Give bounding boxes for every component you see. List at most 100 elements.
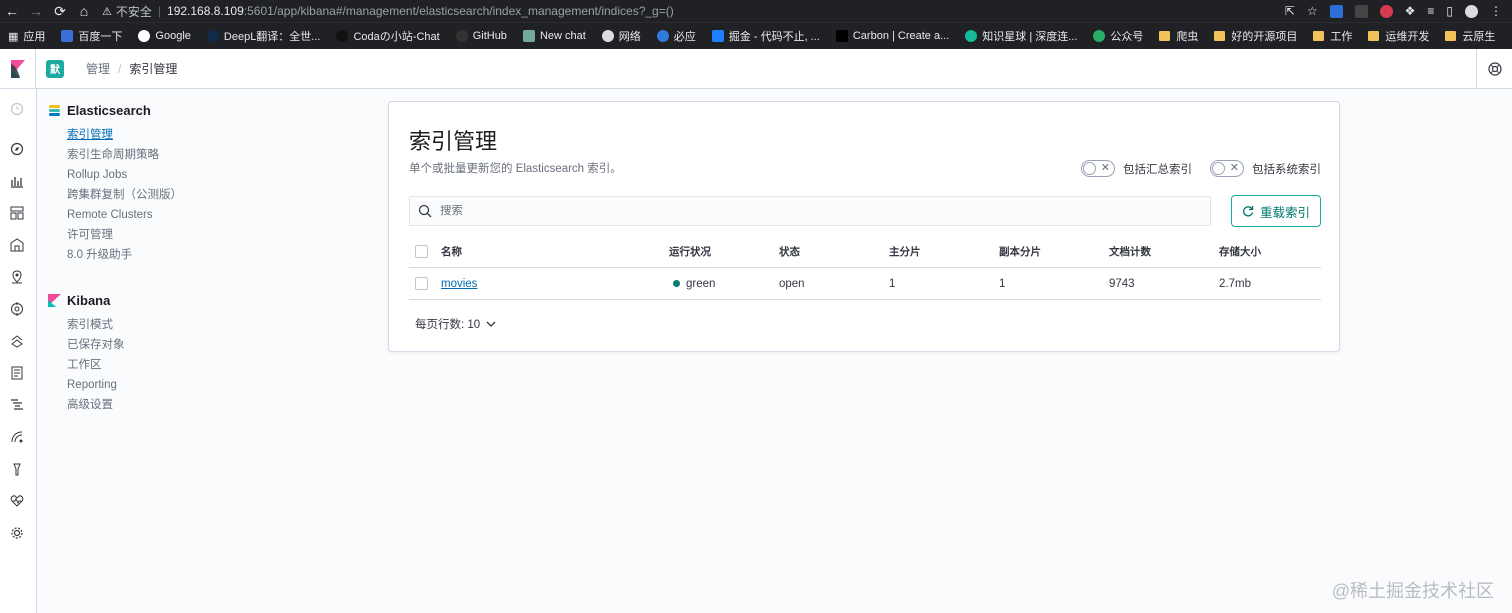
column-header-docs[interactable]: 文档计数	[1109, 244, 1219, 259]
extension-icon[interactable]	[1354, 4, 1368, 18]
uptime-icon[interactable]	[9, 429, 25, 445]
bookmark-item[interactable]: DeepL翻译：全世...	[206, 28, 321, 44]
health-dot-icon	[673, 280, 680, 287]
management-sidenav: Elasticsearch 索引管理 索引生命周期策略 Rollup Jobs …	[48, 101, 348, 415]
back-icon[interactable]: ←	[0, 3, 24, 19]
index-name-link[interactable]: movies	[441, 278, 477, 290]
watermark: @稀土掘金技术社区	[1331, 581, 1494, 601]
bookmark-item[interactable]: New chat	[522, 30, 586, 42]
bookmark-item[interactable]: Carbon | Create a...	[835, 30, 949, 42]
bookmark-item[interactable]: 掘金 - 代码不止, ...	[711, 28, 820, 44]
row-checkbox[interactable]	[415, 277, 428, 290]
home-icon[interactable]: ⌂	[72, 3, 96, 19]
rows-per-page-label: 每页行数: 10	[415, 319, 481, 331]
nav-item-ccr[interactable]: 跨集群复制（公测版）	[67, 185, 348, 205]
recent-clock-icon[interactable]	[9, 101, 25, 117]
monitoring-heart-icon[interactable]	[9, 493, 25, 509]
folder-icon	[1313, 31, 1325, 41]
bookmark-label: 公众号	[1110, 31, 1144, 43]
nav-item-ilm-policies[interactable]: 索引生命周期策略	[67, 145, 348, 165]
ml-icon[interactable]	[9, 301, 25, 317]
column-header-replicas[interactable]: 副本分片	[999, 244, 1109, 259]
column-header-primary[interactable]: 主分片	[889, 244, 999, 259]
bookmark-folder[interactable]: 好的开源项目	[1214, 28, 1297, 44]
network-icon	[601, 30, 614, 42]
word-extension-icon[interactable]	[1329, 4, 1343, 18]
bookmark-folder[interactable]: 爬虫	[1159, 28, 1198, 44]
reload-icon[interactable]: ⟳	[48, 3, 72, 20]
column-header-size[interactable]: 存储大小	[1219, 244, 1319, 259]
bookmark-label: DeepL翻译：全世...	[223, 31, 321, 43]
reading-list-icon[interactable]: ≡	[1427, 4, 1434, 18]
bookmark-item[interactable]: 必应	[656, 28, 696, 44]
bookmark-folder[interactable]: 运维开发	[1368, 28, 1429, 44]
openai-icon	[522, 30, 535, 42]
menu-icon[interactable]: ⋮	[1490, 4, 1502, 18]
breadcrumb-root[interactable]: 管理	[86, 60, 110, 77]
bookmark-item[interactable]: GitHub	[455, 30, 507, 42]
maps-icon[interactable]	[9, 269, 25, 285]
star-icon[interactable]: ☆	[1307, 4, 1318, 18]
bookmark-item[interactable]: 公众号	[1093, 28, 1143, 44]
bookmark-folder[interactable]: 工作	[1313, 28, 1352, 44]
nav-item-index-management[interactable]: 索引管理	[67, 125, 348, 145]
bookmark-label: Codaの小站-Chat	[353, 31, 440, 43]
apm-icon[interactable]	[9, 397, 25, 413]
visualize-chart-icon[interactable]	[9, 173, 25, 189]
kibana-logo-icon[interactable]	[0, 48, 36, 89]
nav-item-saved-objects[interactable]: 已保存对象	[67, 335, 348, 355]
profile-avatar-icon[interactable]	[1465, 4, 1478, 18]
nav-item-reporting[interactable]: Reporting	[67, 375, 348, 395]
nav-item-license[interactable]: 许可管理	[67, 225, 348, 245]
health-cell: green	[669, 278, 779, 290]
nav-item-upgrade-assistant[interactable]: 8.0 升级助手	[67, 245, 348, 265]
nav-item-remote-clusters[interactable]: Remote Clusters	[67, 205, 348, 225]
bookmark-folder[interactable]: 云原生	[1445, 28, 1495, 44]
nav-item-spaces[interactable]: 工作区	[67, 355, 348, 375]
column-header-name[interactable]: 名称	[441, 244, 669, 259]
forward-icon[interactable]: →	[24, 3, 48, 19]
infrastructure-icon[interactable]	[9, 333, 25, 349]
nav-item-index-patterns[interactable]: 索引模式	[67, 315, 348, 335]
folder-icon	[1368, 31, 1380, 41]
reload-indices-button[interactable]: 重载索引	[1231, 195, 1321, 227]
url-separator: |	[157, 4, 162, 18]
rows-per-page-select[interactable]: 每页行数: 10	[415, 316, 496, 332]
switch-control[interactable]: ✕	[1081, 160, 1115, 177]
discover-compass-icon[interactable]	[9, 141, 25, 157]
group-title-label: Kibana	[67, 292, 111, 308]
bookmark-item[interactable]: Google	[138, 30, 191, 42]
baidu-icon	[61, 30, 74, 42]
bookmark-item[interactable]: 百度一下	[61, 28, 122, 44]
include-rollup-toggle[interactable]: ✕ 包括汇总索引	[1081, 160, 1192, 177]
management-gear-icon[interactable]	[9, 525, 25, 541]
column-header-status[interactable]: 状态	[779, 244, 889, 259]
space-avatar[interactable]: 默	[46, 59, 64, 78]
bookmark-item[interactable]: Codaの小站-Chat	[336, 28, 440, 44]
address-bar[interactable]: ⚠ 不安全 | 192.168.8.109 :5601/app/kibana#/…	[102, 1, 1242, 21]
bookmark-item[interactable]: ▦ 应用	[8, 28, 45, 44]
dashboard-icon[interactable]	[9, 205, 25, 221]
folder-icon	[1445, 31, 1457, 41]
bookmark-item[interactable]: 网络	[601, 28, 641, 44]
select-all-checkbox[interactable]	[415, 245, 428, 258]
nav-item-rollup-jobs[interactable]: Rollup Jobs	[67, 165, 348, 185]
coda-icon	[336, 30, 349, 42]
include-system-toggle[interactable]: ✕ 包括系统索引	[1210, 160, 1321, 177]
switch-control[interactable]: ✕	[1210, 160, 1244, 177]
help-icon[interactable]	[1476, 49, 1512, 89]
sidebar-icon[interactable]: ▯	[1446, 4, 1453, 18]
logs-icon[interactable]	[9, 365, 25, 381]
puzzle-icon[interactable]: ❖	[1405, 4, 1416, 18]
share-icon[interactable]: ⇱	[1285, 4, 1295, 18]
bookmark-item[interactable]: 知识星球 | 深度连...	[965, 28, 1077, 44]
deepl-icon	[206, 30, 219, 42]
nav-item-advanced-settings[interactable]: 高级设置	[67, 395, 348, 415]
search-input[interactable]	[440, 205, 1200, 217]
dev-tools-icon[interactable]	[9, 461, 25, 477]
canvas-icon[interactable]	[9, 237, 25, 253]
column-header-health[interactable]: 运行状况	[669, 244, 779, 259]
search-icon	[418, 204, 432, 218]
shield-extension-icon[interactable]	[1379, 4, 1393, 18]
cross-icon: ✕	[1100, 162, 1110, 174]
